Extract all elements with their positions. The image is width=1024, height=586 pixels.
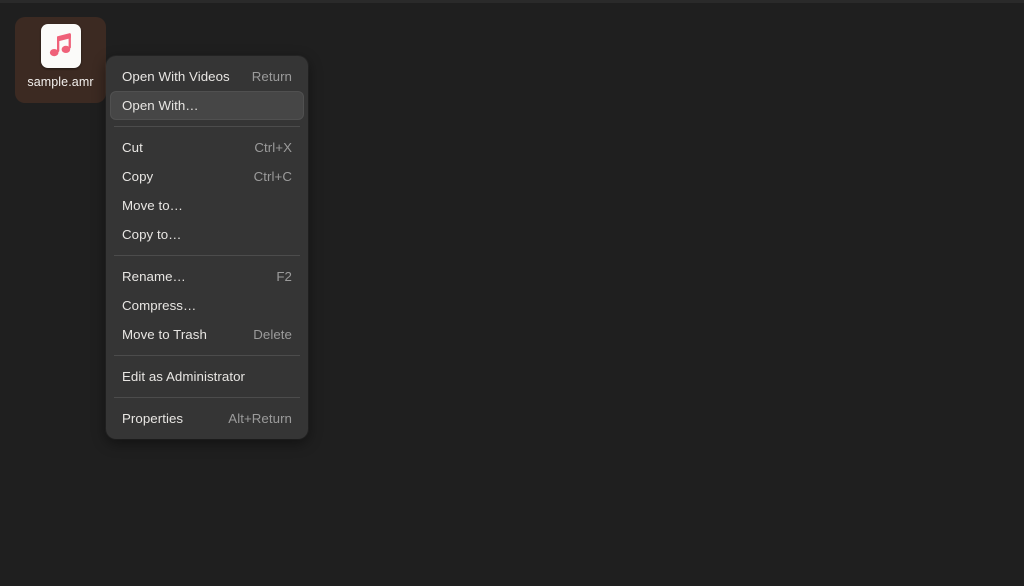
menu-separator-3 bbox=[114, 355, 300, 356]
menu-item-open-with[interactable]: Open With… bbox=[110, 91, 304, 120]
music-note-icon bbox=[40, 24, 81, 68]
menu-item-label: Move to… bbox=[122, 198, 183, 213]
menu-item-edit-as-administrator[interactable]: Edit as Administrator bbox=[110, 362, 304, 391]
menu-item-accelerator: Ctrl+C bbox=[253, 169, 292, 184]
menu-item-move-to[interactable]: Move to… bbox=[110, 191, 304, 220]
menu-item-copy-to[interactable]: Copy to… bbox=[110, 220, 304, 249]
menu-section-file-ops: Rename… F2 Compress… Move to Trash Delet… bbox=[106, 262, 308, 349]
menu-item-label: Compress… bbox=[122, 298, 197, 313]
menu-item-accelerator: F2 bbox=[276, 269, 292, 284]
menu-item-open-with-videos[interactable]: Open With Videos Return bbox=[110, 62, 304, 91]
menu-item-accelerator: Ctrl+X bbox=[254, 140, 292, 155]
menu-separator-2 bbox=[114, 255, 300, 256]
menu-section-open: Open With Videos Return Open With… bbox=[106, 62, 308, 120]
menu-item-accelerator: Delete bbox=[253, 327, 292, 342]
menu-item-accelerator: Alt+Return bbox=[228, 411, 292, 426]
menu-item-label: Edit as Administrator bbox=[122, 369, 245, 384]
menu-item-accelerator: Return bbox=[251, 69, 292, 84]
desktop-file-label: sample.amr bbox=[27, 75, 94, 89]
menu-item-label: Cut bbox=[122, 140, 143, 155]
desktop-file-item-sample-amr[interactable]: sample.amr bbox=[15, 17, 106, 103]
menu-separator-4 bbox=[114, 397, 300, 398]
menu-item-compress[interactable]: Compress… bbox=[110, 291, 304, 320]
file-context-menu[interactable]: Open With Videos Return Open With… Cut C… bbox=[106, 56, 308, 439]
desktop-background[interactable]: sample.amr Open With Videos Return Open … bbox=[0, 0, 1024, 586]
menu-section-properties: Properties Alt+Return bbox=[106, 404, 308, 433]
menu-item-label: Rename… bbox=[122, 269, 186, 284]
menu-section-clipboard: Cut Ctrl+X Copy Ctrl+C Move to… Copy to… bbox=[106, 133, 308, 249]
menu-separator-1 bbox=[114, 126, 300, 127]
menu-item-label: Properties bbox=[122, 411, 184, 426]
menu-item-label: Open With… bbox=[122, 98, 199, 113]
menu-item-properties[interactable]: Properties Alt+Return bbox=[110, 404, 304, 433]
menu-item-label: Copy bbox=[122, 169, 154, 184]
menu-section-admin: Edit as Administrator bbox=[106, 362, 308, 391]
menu-item-label: Copy to… bbox=[122, 227, 182, 242]
menu-item-copy[interactable]: Copy Ctrl+C bbox=[110, 162, 304, 191]
top-panel-strip bbox=[0, 0, 1024, 3]
menu-item-label: Move to Trash bbox=[122, 327, 207, 342]
menu-item-cut[interactable]: Cut Ctrl+X bbox=[110, 133, 304, 162]
menu-item-label: Open With Videos bbox=[122, 69, 230, 84]
menu-item-move-to-trash[interactable]: Move to Trash Delete bbox=[110, 320, 304, 349]
menu-item-rename[interactable]: Rename… F2 bbox=[110, 262, 304, 291]
